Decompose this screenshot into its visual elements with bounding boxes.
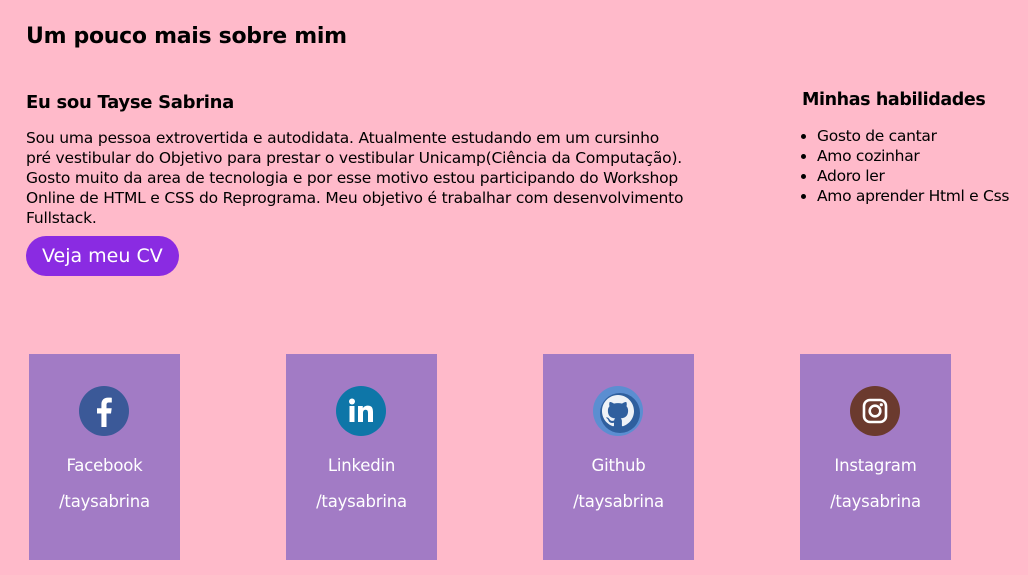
about-text-line: Sou uma pessoa extrovertida e autodidata… xyxy=(26,129,660,147)
github-link[interactable]: Github xyxy=(591,456,645,475)
instagram-icon[interactable] xyxy=(850,386,900,436)
social-card-github: Github /taysabrina xyxy=(543,354,694,560)
about-text-line: Gosto muito da area de tecnologia e por … xyxy=(26,169,678,187)
skill-item: Adoro ler xyxy=(817,166,1028,186)
linkedin-icon[interactable] xyxy=(336,386,386,436)
facebook-link[interactable]: Facebook xyxy=(67,456,143,475)
social-name[interactable]: Facebook xyxy=(29,456,180,475)
about-text-line: pré vestibular do Objetivo para prestar … xyxy=(26,149,683,167)
social-card-linkedin: Linkedin /taysabrina xyxy=(286,354,437,560)
social-handle: /taysabrina xyxy=(830,492,921,511)
social-card-facebook: Facebook /taysabrina xyxy=(29,354,180,560)
social-name[interactable]: Linkedin xyxy=(286,456,437,475)
facebook-icon[interactable] xyxy=(79,386,129,436)
instagram-link[interactable]: Instagram xyxy=(834,456,916,475)
linkedin-link[interactable]: Linkedin xyxy=(328,456,395,475)
about-section: Eu sou Tayse Sabrina Sou uma pessoa extr… xyxy=(26,92,716,276)
page: Um pouco mais sobre mim Eu sou Tayse Sab… xyxy=(0,0,1028,575)
skill-item: Gosto de cantar xyxy=(817,126,1028,146)
social-name[interactable]: Github xyxy=(543,456,694,475)
social-handle: /taysabrina xyxy=(573,492,664,511)
github-icon[interactable] xyxy=(593,386,643,436)
social-handle: /taysabrina xyxy=(59,492,150,511)
about-text-line: Fullstack. xyxy=(26,209,97,227)
skill-item: Amo aprender Html e Css xyxy=(817,186,1028,206)
section-title: Um pouco mais sobre mim xyxy=(26,24,347,49)
view-cv-button[interactable]: Veja meu CV xyxy=(26,236,179,276)
social-handle: /taysabrina xyxy=(316,492,407,511)
about-text: Sou uma pessoa extrovertida e autodidata… xyxy=(26,128,716,228)
skills-heading: Minhas habilidades xyxy=(802,90,986,110)
skills-section: Minhas habilidades Gosto de cantar Amo c… xyxy=(802,90,1028,206)
skill-item: Amo cozinhar xyxy=(817,146,1028,166)
social-name[interactable]: Instagram xyxy=(800,456,951,475)
about-text-line: Online de HTML e CSS do Reprograma. Meu … xyxy=(26,189,684,207)
social-card-instagram: Instagram /taysabrina xyxy=(800,354,951,560)
skills-list: Gosto de cantar Amo cozinhar Adoro ler A… xyxy=(802,126,1028,206)
about-heading: Eu sou Tayse Sabrina xyxy=(26,92,235,113)
